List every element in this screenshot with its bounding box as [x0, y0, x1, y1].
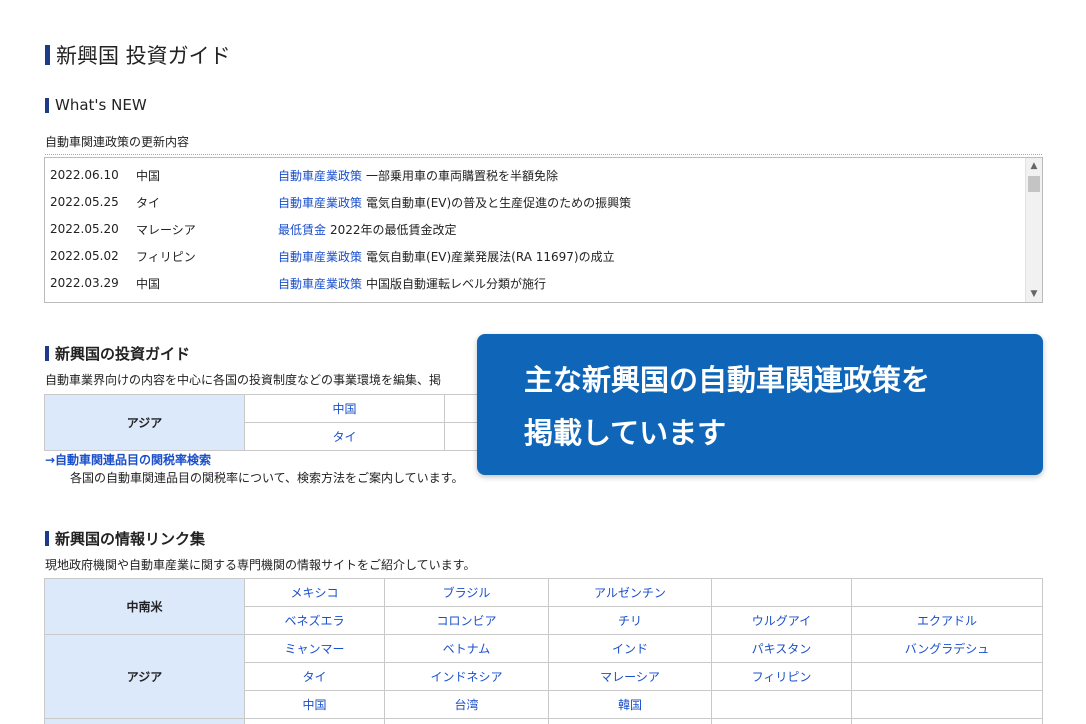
news-country: マレーシア — [136, 222, 196, 237]
empty-cell — [851, 690, 1043, 719]
scroll-thumb[interactable] — [1028, 176, 1040, 192]
news-scrollbar[interactable]: ▲ ▼ — [1025, 158, 1042, 302]
news-text: 一部乗用車の車両購置税を半額免除 — [366, 168, 559, 183]
country-link[interactable]: フィリピン — [711, 662, 852, 691]
tariff-search-link[interactable]: →自動車関連品目の関税率検索 — [45, 451, 211, 468]
news-category-link[interactable]: 自動車産業政策 — [278, 194, 362, 211]
country-link[interactable]: エクアドル — [851, 606, 1043, 635]
heading-bar-marker — [45, 97, 49, 113]
empty-cell — [384, 718, 549, 724]
news-text: 電気自動車(EV)の普及と生産促進のための振興策 — [366, 195, 632, 210]
country-link[interactable]: ベトナム — [384, 634, 549, 663]
info-links-table: 中南米 メキシコ ブラジル アルゼンチン ベネズエラ コロンビア チリ ウルグア… — [44, 578, 1043, 724]
info-links-heading: 新興国の情報リンク集 — [45, 528, 205, 549]
info-links-heading-text: 新興国の情報リンク集 — [55, 530, 206, 548]
scroll-down-icon[interactable]: ▼ — [1026, 286, 1042, 302]
region-cell: アジア — [44, 394, 245, 451]
news-country: 中国 — [136, 276, 161, 291]
title-bar-marker — [45, 45, 50, 65]
country-link[interactable]: 韓国 — [548, 690, 712, 719]
empty-cell — [851, 578, 1043, 607]
country-link[interactable]: ベネズエラ — [244, 606, 385, 635]
country-link[interactable]: アルゼンチン — [548, 578, 712, 607]
investment-guide-heading: 新興国の投資ガイド — [45, 343, 190, 364]
news-date: 2022.06.10 — [50, 168, 119, 182]
country-link[interactable]: タイ — [244, 422, 445, 451]
callout-line-1: 主な新興国の自動車関連政策を — [524, 363, 931, 397]
news-item: 2022.05.20 マレーシア 最低賃金 2022年の最低賃金改定 — [50, 216, 457, 242]
empty-cell — [548, 718, 712, 724]
callout-overlay: 主な新興国の自動車関連政策を 掲載しています — [477, 334, 1043, 475]
news-country: タイ — [136, 195, 161, 210]
news-date: 2022.05.02 — [50, 249, 119, 263]
callout-line-2: 掲載しています — [524, 416, 727, 450]
country-link[interactable]: バングラデシュ — [851, 634, 1043, 663]
country-link[interactable]: メキシコ — [244, 578, 385, 607]
news-item: 2022.06.10 中国 自動車産業政策 一部乗用車の車両購置税を半額免除 — [50, 162, 558, 188]
investment-guide-heading-text: 新興国の投資ガイド — [55, 345, 191, 363]
news-category-link[interactable]: 自動車産業政策 — [278, 275, 362, 292]
page-title: 新興国 投資ガイド — [45, 40, 231, 70]
empty-cell — [244, 718, 385, 724]
news-list[interactable]: 2022.06.10 中国 自動車産業政策 一部乗用車の車両購置税を半額免除 2… — [44, 157, 1043, 303]
country-link[interactable]: 台湾 — [384, 690, 549, 719]
info-links-description: 現地政府機関や自動車産業に関する専門機関の情報サイトをご紹介しています。 — [45, 558, 476, 572]
country-link[interactable]: ミャンマー — [244, 634, 385, 663]
news-category-link[interactable]: 自動車産業政策 — [278, 248, 362, 265]
region-cell: アジア — [44, 634, 245, 719]
news-date: 2022.03.29 — [50, 276, 119, 290]
scroll-up-icon[interactable]: ▲ — [1026, 158, 1042, 174]
country-link[interactable]: 中国 — [244, 690, 385, 719]
country-link[interactable]: チリ — [548, 606, 712, 635]
country-link[interactable]: コロンビア — [384, 606, 549, 635]
news-country: 中国 — [136, 168, 161, 183]
country-link[interactable]: 中国 — [244, 394, 445, 423]
news-text: 電気自動車(EV)産業発展法(RA 11697)の成立 — [366, 249, 615, 264]
news-country: フィリピン — [136, 249, 196, 264]
country-link[interactable]: ウルグアイ — [711, 606, 852, 635]
heading-bar-marker — [45, 531, 49, 546]
investment-guide-table: アジア 中国 タイ — [44, 394, 485, 451]
investment-guide-description: 自動車業界向けの内容を中心に各国の投資制度などの事業環境を編集、掲 — [45, 373, 442, 387]
news-text: 中国版自動運転レベル分類が施行 — [366, 276, 547, 291]
heading-bar-marker — [45, 346, 49, 361]
page-title-text: 新興国 投資ガイド — [56, 44, 231, 68]
country-link[interactable]: タイ — [244, 662, 385, 691]
whats-new-heading-text: What's NEW — [55, 96, 147, 114]
news-item: 2022.05.25 タイ 自動車産業政策 電気自動車(EV)の普及と生産促進の… — [50, 189, 631, 215]
empty-cell — [711, 578, 852, 607]
region-cell: 中南米 — [44, 578, 245, 635]
tariff-description: 各国の自動車関連品目の関税率について、検索方法をご案内しています。 — [70, 471, 464, 485]
news-item: 2022.03.29 中国 自動車産業政策 中国版自動運転レベル分類が施行 — [50, 270, 546, 296]
country-link[interactable]: インド — [548, 634, 712, 663]
news-date: 2022.05.25 — [50, 195, 119, 209]
country-link[interactable]: ブラジル — [384, 578, 549, 607]
news-subheading: 自動車関連政策の更新内容 — [45, 133, 1042, 155]
news-category-link[interactable]: 自動車産業政策 — [278, 167, 362, 184]
news-date: 2022.05.20 — [50, 222, 119, 236]
country-link[interactable]: マレーシア — [548, 662, 712, 691]
empty-cell — [711, 718, 852, 724]
news-category-link[interactable]: 最低賃金 — [278, 221, 326, 238]
country-link[interactable]: インドネシア — [384, 662, 549, 691]
empty-cell — [711, 690, 852, 719]
news-text: 2022年の最低賃金改定 — [330, 222, 457, 237]
whats-new-heading: What's NEW — [45, 96, 147, 114]
empty-cell — [851, 718, 1043, 724]
country-link[interactable]: パキスタン — [711, 634, 852, 663]
region-cell — [44, 718, 245, 724]
news-item: 2022.05.02 フィリピン 自動車産業政策 電気自動車(EV)産業発展法(… — [50, 243, 615, 269]
empty-cell — [851, 662, 1043, 691]
